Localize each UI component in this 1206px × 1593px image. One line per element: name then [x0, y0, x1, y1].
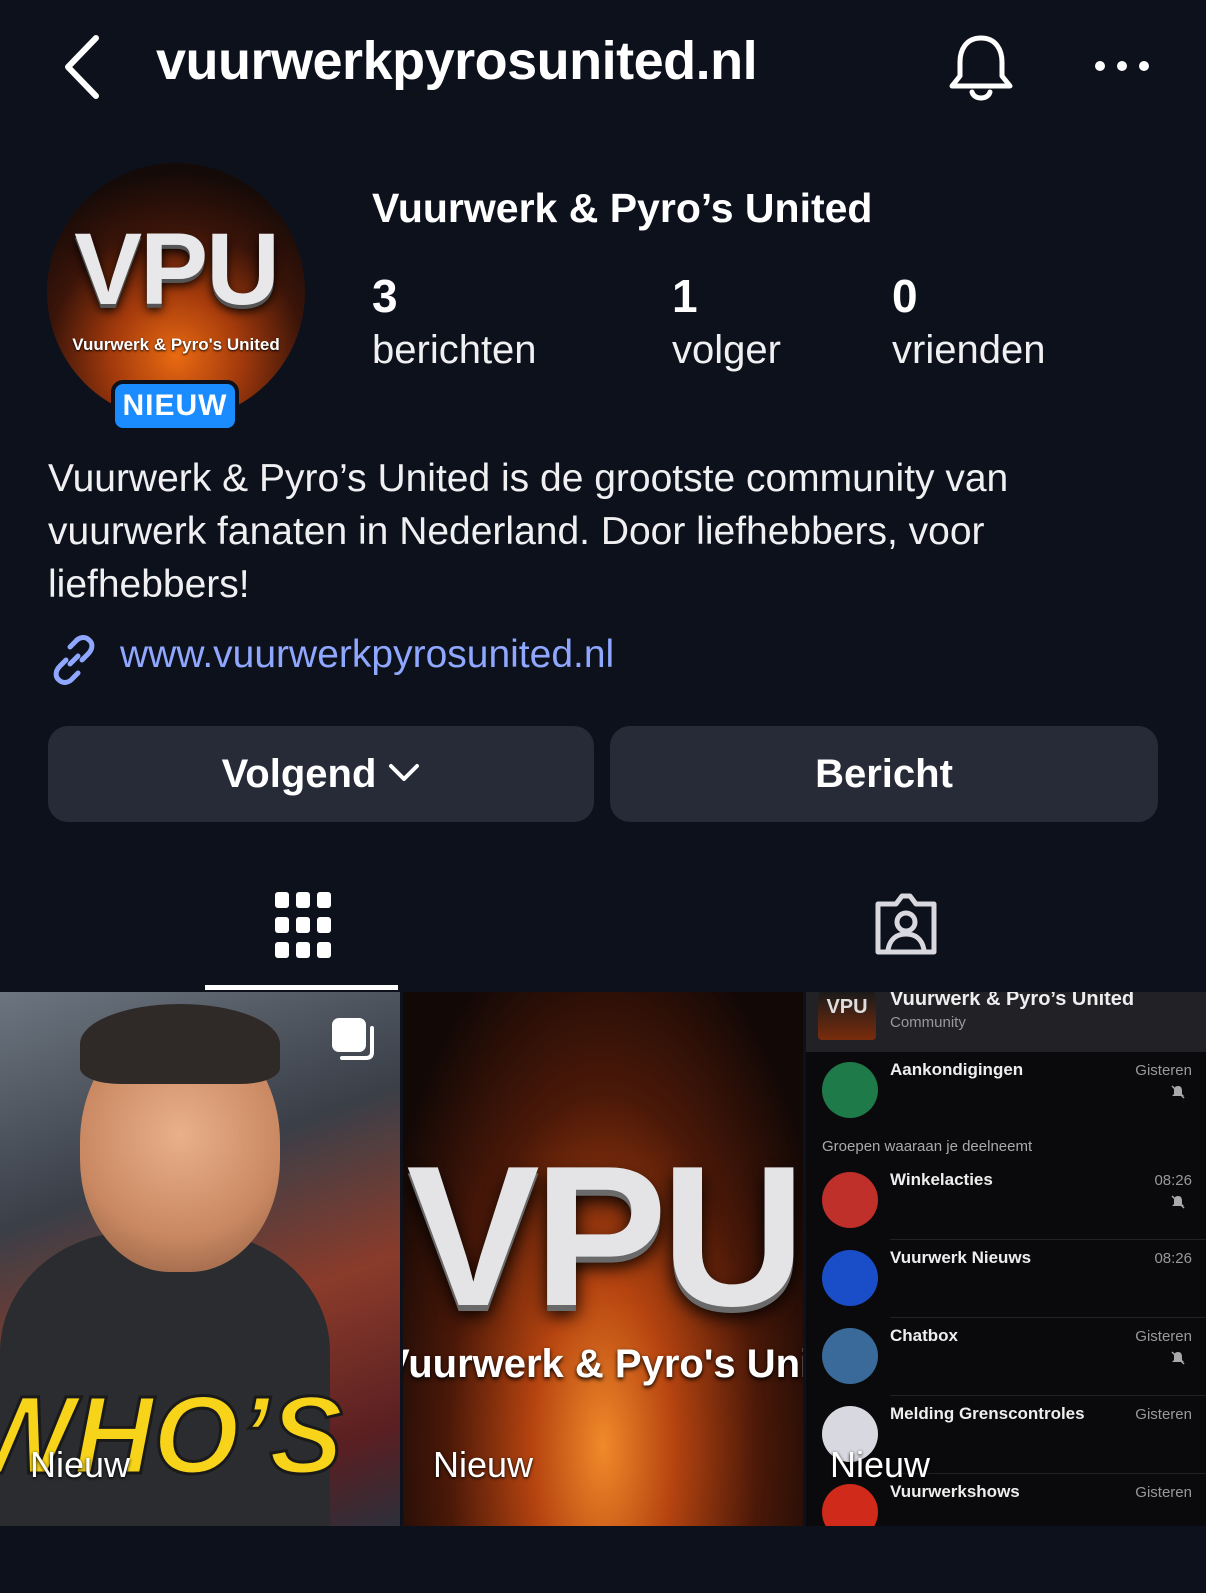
tab-tagged[interactable] — [820, 860, 1013, 990]
community-title: Vuurwerk & Pyro’s United — [890, 992, 1135, 1010]
notification-button[interactable] — [946, 30, 1016, 104]
active-tab-indicator — [205, 985, 398, 990]
muted-bell-icon — [1171, 1085, 1185, 1099]
post-logo-subtitle: Vuurwerk & Pyro's United — [403, 1342, 803, 1386]
muted-bell-icon — [1171, 1351, 1185, 1365]
chevron-down-icon — [389, 764, 420, 782]
posts-grid: WHO’S Nieuw VPU Vuurwerk & Pyro's United… — [0, 992, 1206, 1526]
chat-time: Gisteren — [1135, 1406, 1192, 1423]
group-avatar — [822, 1328, 878, 1384]
more-options-button[interactable] — [1092, 44, 1152, 88]
new-badge: NIEUW — [111, 380, 239, 432]
group-avatar — [822, 1484, 878, 1526]
megaphone-icon — [822, 1062, 878, 1118]
stat-friends[interactable]: 0 vrienden — [892, 268, 1045, 376]
post-logo-text: VPU — [406, 1125, 803, 1348]
avatar-logo-subtitle: Vuurwerk & Pyro's United — [72, 335, 280, 354]
following-button-label: Volgend — [221, 752, 377, 796]
stat-followers-label: volger — [672, 328, 781, 372]
stat-posts[interactable]: 3 berichten — [372, 268, 537, 376]
stat-followers-count: 1 — [672, 270, 698, 322]
back-button[interactable] — [58, 30, 108, 104]
stat-friends-label: vrienden — [892, 328, 1046, 372]
bottom-spacer — [0, 1526, 1206, 1593]
following-button[interactable]: Volgend — [48, 726, 594, 822]
community-logo: VPU — [818, 992, 876, 1040]
muted-bell-icon — [1171, 1195, 1185, 1209]
group-avatar — [822, 1250, 878, 1306]
chat-time: Gisteren — [1135, 1484, 1192, 1501]
chat-name: Winkelacties — [890, 1170, 993, 1189]
chevron-left-icon — [65, 35, 99, 99]
chat-time: 08:26 — [1154, 1250, 1192, 1267]
tagged-person-icon — [875, 893, 937, 955]
post-tile[interactable]: WHO’S Nieuw — [0, 992, 400, 1526]
multiple-images-icon — [332, 1018, 374, 1060]
page-title: vuurwerkpyrosunited.nl — [156, 31, 758, 91]
avatar-logo-text: VPU — [74, 212, 280, 326]
grid-icon — [275, 892, 331, 958]
community-subtitle: Community — [890, 1014, 966, 1031]
chat-list-item: Winkelacties 08:26 — [806, 1162, 1206, 1240]
message-button[interactable]: Bericht — [610, 726, 1158, 822]
groups-section-label: Groepen waaraan je deelneemt — [822, 1138, 1033, 1155]
chat-list-item: Chatbox Gisteren — [806, 1318, 1206, 1396]
post-tile[interactable]: VPU Vuurwerk & Pyro's United Nieuw — [403, 992, 803, 1526]
stat-posts-count: 3 — [372, 270, 398, 322]
tab-posts-grid[interactable] — [205, 860, 398, 990]
top-nav-bar: vuurwerkpyrosunited.nl — [0, 0, 1206, 140]
link-icon — [53, 635, 95, 685]
stat-followers[interactable]: 1 volger — [672, 268, 781, 376]
chat-time: Gisteren — [1135, 1062, 1192, 1079]
post-new-label: Nieuw — [30, 1444, 131, 1485]
profile-bio: Vuurwerk & Pyro’s United is de grootste … — [48, 457, 1009, 606]
chat-time: Gisteren — [1135, 1328, 1192, 1345]
profile-name: Vuurwerk & Pyro’s United — [372, 185, 873, 231]
profile-avatar[interactable]: VPU Vuurwerk & Pyro's United NIEUW — [47, 163, 305, 432]
chat-time: 08:26 — [1154, 1172, 1192, 1189]
chat-name: Melding Grenscontroles — [890, 1404, 1085, 1423]
community-header: VPU Vuurwerk & Pyro’s United Community — [806, 992, 1206, 1052]
post-tile[interactable]: VPU Vuurwerk & Pyro’s United Community A… — [806, 992, 1206, 1526]
group-avatar — [822, 1172, 878, 1228]
chat-list-item: Aankondigingen Gisteren — [806, 1052, 1206, 1130]
post-new-label: Nieuw — [830, 1444, 931, 1485]
chat-name: Aankondigingen — [890, 1060, 1024, 1079]
profile-link-text[interactable]: www.vuurwerkpyrosunited.nl — [120, 633, 614, 677]
post-image-hair — [80, 1004, 280, 1084]
chat-name: Vuurwerk Nieuws — [890, 1248, 1032, 1267]
stat-friends-count: 0 — [892, 270, 918, 322]
chat-name: Chatbox — [890, 1326, 958, 1345]
stat-posts-label: berichten — [372, 328, 537, 372]
chat-list-item: Vuurwerk Nieuws 08:26 — [806, 1240, 1206, 1318]
post-new-label: Nieuw — [433, 1444, 534, 1485]
bell-icon — [949, 35, 1013, 101]
message-button-label: Bericht — [815, 752, 953, 796]
ellipsis-icon — [1095, 61, 1149, 71]
